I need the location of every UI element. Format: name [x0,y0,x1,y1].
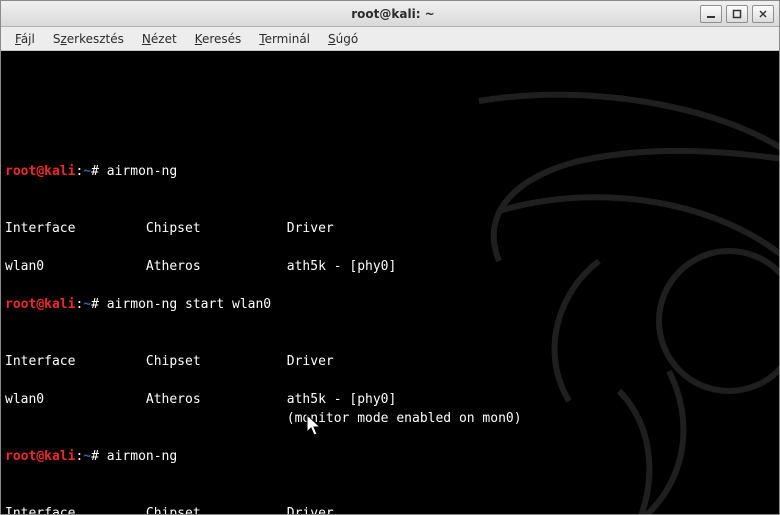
blank-line [5,371,775,390]
prompt-path: ~ [83,164,91,179]
blank-line [5,181,775,200]
blank-line [5,314,775,333]
prompt-path: ~ [83,297,91,312]
prompt-user: root [5,164,36,179]
prompt-at: @ [36,164,44,179]
menu-item-terminál[interactable]: Terminál [251,30,318,48]
menu-item-szerkesztés[interactable]: Szerkesztés [45,30,132,48]
maximize-button[interactable] [726,5,748,23]
prompt-line: root@kali:~# airmon-ng [5,447,775,466]
prompt-hash: # [91,164,99,179]
window-title: root@kali: ~ [91,7,695,21]
window-controls [695,5,779,23]
prompt-line: root@kali:~# airmon-ng [5,162,775,181]
menu-item-fájl[interactable]: Fájl [7,30,43,48]
table-header: Interface Chipset Driver [5,504,775,514]
prompt-at: @ [36,297,44,312]
prompt-user: root [5,297,36,312]
command-text: airmon-ng [107,449,177,464]
table-header: Interface Chipset Driver [5,219,775,238]
prompt-host: kali [44,164,75,179]
prompt-path: ~ [83,449,91,464]
blank-line [5,276,775,295]
close-button[interactable] [752,5,774,23]
prompt-line: root@kali:~# airmon-ng start wlan0 [5,295,775,314]
menubar: FájlSzerkesztésNézetKeresésTerminálSúgó [1,27,779,51]
table-extra: (monitor mode enabled on mon0) [5,409,775,428]
titlebar[interactable]: root@kali: ~ [1,1,779,27]
blank-line [5,428,775,447]
terminal-window: root@kali: ~ FájlSzerkesztésNézetKeresés… [0,0,780,515]
command-text: airmon-ng start wlan0 [107,297,271,312]
menu-item-nézet[interactable]: Nézet [134,30,185,48]
prompt-at: @ [36,449,44,464]
minimize-button[interactable] [700,5,722,23]
blank-line [5,200,775,219]
prompt-host: kali [44,297,75,312]
terminal-content[interactable]: root@kali:~# airmon-ng Interface Chipset… [5,162,775,514]
blank-line [5,466,775,485]
blank-line [5,485,775,504]
prompt-host: kali [44,449,75,464]
command-text: airmon-ng [107,164,177,179]
prompt-user: root [5,449,36,464]
terminal-area[interactable]: root@kali:~# airmon-ng Interface Chipset… [1,51,779,514]
blank-line [5,238,775,257]
prompt-hash: # [91,297,99,312]
table-row: wlan0 Atheros ath5k - [phy0] [5,257,775,276]
blank-line [5,333,775,352]
menu-item-súgó[interactable]: Súgó [320,30,366,48]
table-header: Interface Chipset Driver [5,352,775,371]
menu-item-keresés[interactable]: Keresés [187,30,250,48]
prompt-hash: # [91,449,99,464]
table-row: wlan0 Atheros ath5k - [phy0] [5,390,775,409]
